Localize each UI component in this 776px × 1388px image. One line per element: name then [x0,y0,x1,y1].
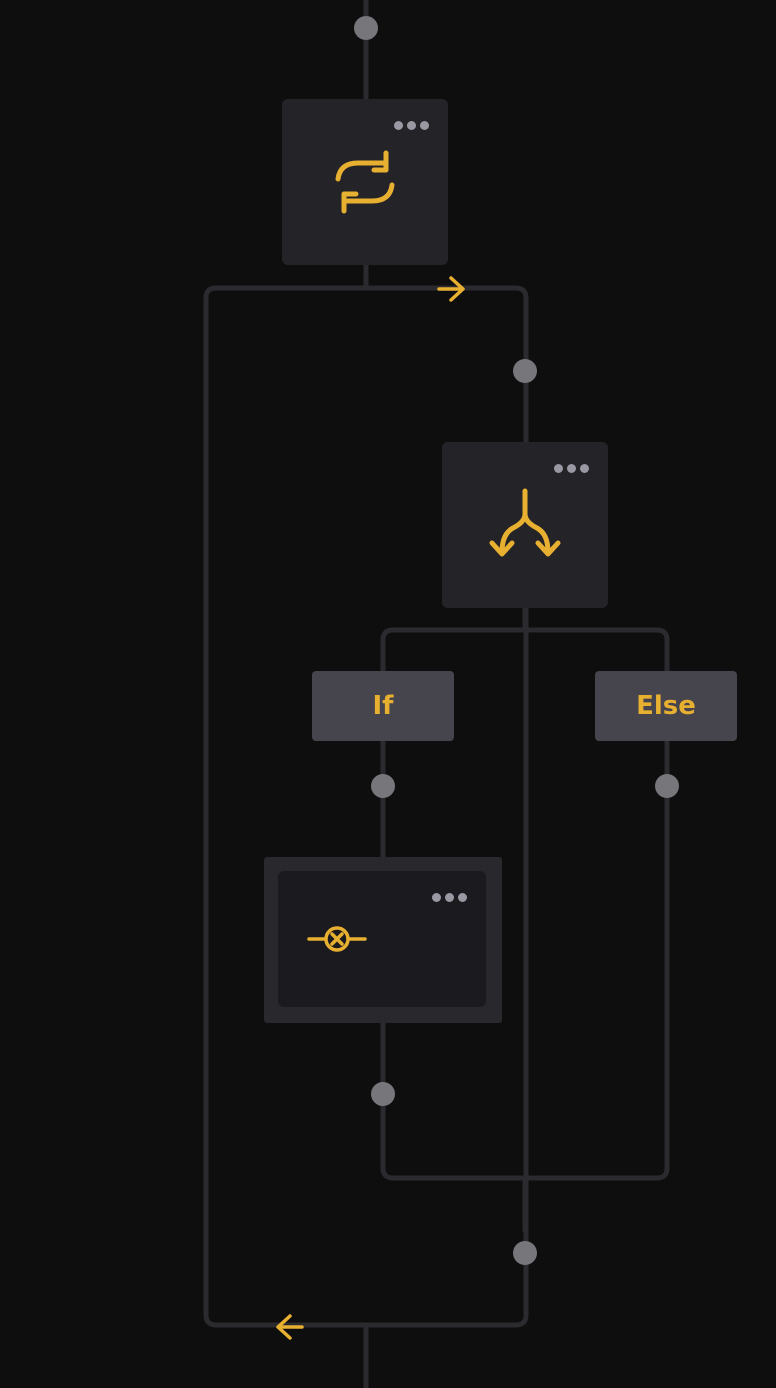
branch-node[interactable] [442,442,608,608]
connector-port[interactable] [354,16,378,40]
branch-else-label[interactable]: Else [595,671,737,741]
loop-icon [335,150,395,214]
arrow-left-icon [276,1314,304,1340]
connector-port[interactable] [513,1241,537,1265]
connector-port[interactable] [655,774,679,798]
breakpoint-icon [307,926,367,952]
more-options-icon[interactable] [394,121,429,130]
more-options-icon[interactable] [554,464,589,473]
branch-split-icon [489,488,561,557]
more-options-icon[interactable] [432,893,467,902]
action-node-container[interactable] [264,857,502,1023]
connector-port[interactable] [371,774,395,798]
action-node[interactable] [278,871,486,1007]
connector-port[interactable] [371,1082,395,1106]
loop-node[interactable] [282,99,448,265]
arrow-right-icon [437,276,465,302]
branch-if-label[interactable]: If [312,671,454,741]
connector-port[interactable] [513,359,537,383]
